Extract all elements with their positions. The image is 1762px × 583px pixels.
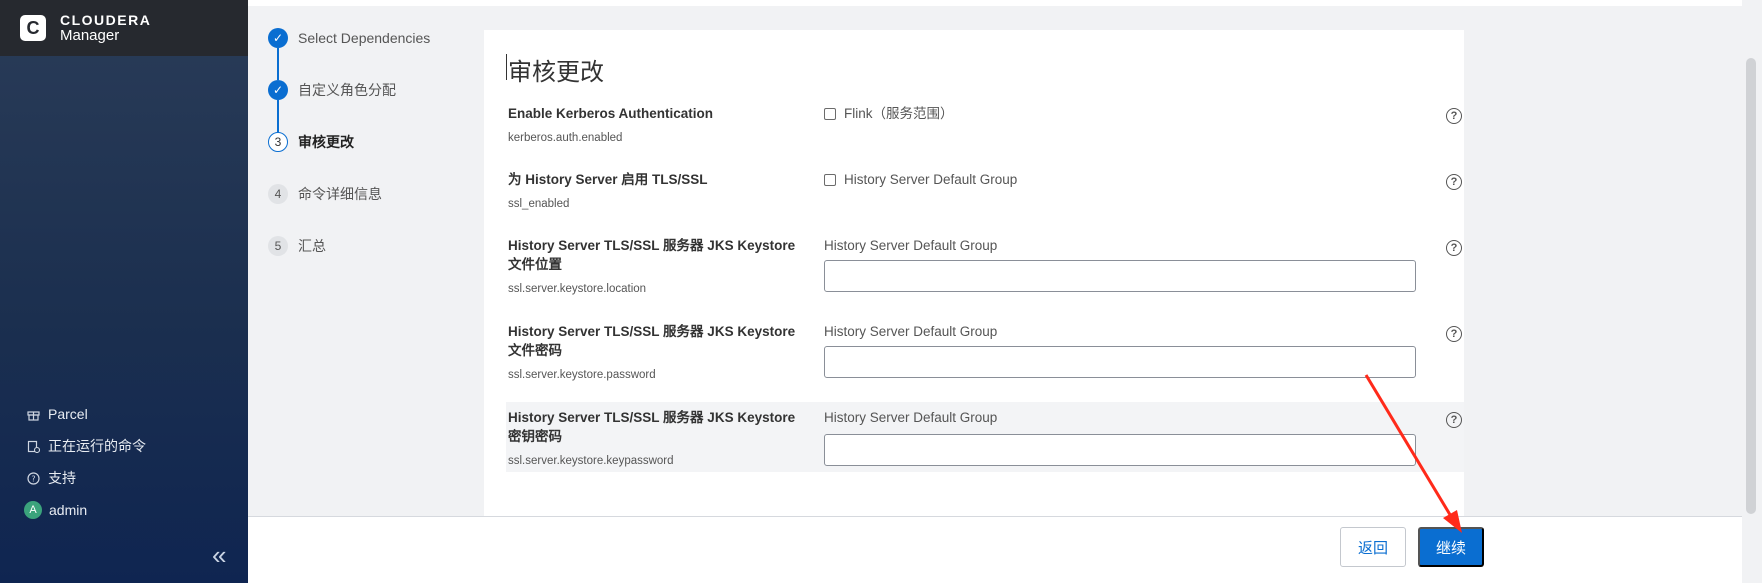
check-icon: ✓	[268, 80, 288, 100]
wizard-steps: ✓ Select Dependencies ✓ 自定义角色分配 3 审核更改 4…	[268, 28, 468, 288]
help-icon[interactable]: ?	[1446, 412, 1462, 428]
step-number: 4	[268, 184, 288, 204]
config-row-kerberos: Enable Kerberos Authentication kerberos.…	[506, 104, 1464, 160]
continue-button[interactable]: 继续	[1418, 527, 1484, 567]
help-circle-icon: ?	[26, 471, 40, 485]
step-label: 汇总	[298, 238, 326, 254]
help-icon[interactable]: ?	[1446, 174, 1462, 190]
step-number: 3	[268, 132, 288, 152]
config-row-keystore-password: History Server TLS/SSL 服务器 JKS Keystore …	[506, 322, 1464, 396]
config-group: History Server Default Group	[824, 410, 998, 425]
checkbox-label: Flink（服务范围）	[844, 106, 954, 121]
sidebar: C CLOUDERA Manager Parcel 正在运行的命令 ? 支持 A	[0, 0, 248, 583]
config-key: kerberos.auth.enabled	[508, 132, 623, 144]
checkbox[interactable]	[824, 174, 836, 186]
sidebar-item-label: 支持	[48, 470, 76, 486]
sidebar-item-parcel[interactable]: Parcel	[0, 398, 248, 430]
sidebar-item-label: 正在运行的命令	[48, 438, 146, 454]
top-strip	[248, 0, 1742, 6]
sidebar-item-label: admin	[49, 502, 88, 518]
brand-product: Manager	[60, 27, 120, 44]
step-role-assignment[interactable]: ✓ 自定义角色分配	[268, 80, 468, 132]
review-card: 审核更改 Enable Kerberos Authentication kerb…	[484, 30, 1464, 516]
sidebar-links: Parcel 正在运行的命令 ? 支持 A admin	[0, 398, 248, 526]
sidebar-item-user[interactable]: A admin	[0, 494, 248, 526]
check-icon: ✓	[268, 28, 288, 48]
config-group: History Server Default Group	[824, 238, 998, 253]
page-title: 审核更改	[508, 59, 604, 86]
checkbox-label: History Server Default Group	[844, 172, 1018, 187]
config-name: Enable Kerberos Authentication	[508, 106, 714, 121]
commands-icon	[26, 439, 40, 453]
back-button[interactable]: 返回	[1340, 527, 1406, 567]
brand-text: CLOUDERA Manager	[60, 12, 151, 44]
config-key: ssl.server.keystore.keypassword	[508, 455, 674, 467]
collapse-sidebar-icon[interactable]: «	[212, 542, 226, 568]
step-number: 5	[268, 236, 288, 256]
config-group: History Server Default Group	[824, 324, 998, 339]
step-label: 命令详细信息	[298, 186, 382, 202]
sidebar-item-support[interactable]: ? 支持	[0, 462, 248, 494]
checkbox[interactable]	[824, 108, 836, 120]
avatar: A	[24, 501, 42, 519]
sidebar-item-label: Parcel	[48, 406, 88, 422]
config-name: History Server TLS/SSL 服务器 JKS Keystore …	[508, 238, 796, 272]
step-label: 自定义角色分配	[298, 82, 396, 98]
gift-icon	[26, 407, 40, 421]
step-command-details: 4 命令详细信息	[268, 184, 468, 236]
sidebar-item-running-commands[interactable]: 正在运行的命令	[0, 430, 248, 462]
step-summary: 5 汇总	[268, 236, 468, 288]
svg-text:?: ?	[31, 474, 35, 483]
step-review-changes[interactable]: 3 审核更改	[268, 132, 468, 184]
scrollbar-thumb[interactable]	[1746, 58, 1756, 514]
config-name: History Server TLS/SSL 服务器 JKS Keystore …	[508, 410, 796, 444]
keystore-password-input[interactable]	[824, 346, 1416, 378]
help-icon[interactable]: ?	[1446, 326, 1462, 342]
step-select-dependencies[interactable]: ✓ Select Dependencies	[268, 28, 468, 80]
help-icon[interactable]: ?	[1446, 240, 1462, 256]
brand-name: CLOUDERA	[60, 12, 152, 28]
keystore-location-input[interactable]	[824, 260, 1416, 292]
footer-bar	[248, 517, 1742, 583]
cloudera-logo-icon: C	[20, 15, 46, 41]
keystore-keypassword-input[interactable]	[824, 434, 1416, 466]
config-name: History Server TLS/SSL 服务器 JKS Keystore …	[508, 324, 796, 358]
config-key: ssl.server.keystore.password	[508, 369, 656, 381]
brand[interactable]: C CLOUDERA Manager	[0, 0, 248, 56]
config-row-tls-ssl: 为 History Server 启用 TLS/SSL ssl_enabled …	[506, 170, 1464, 226]
config-name: 为 History Server 启用 TLS/SSL	[508, 172, 708, 187]
config-row-keystore-keypassword: History Server TLS/SSL 服务器 JKS Keystore …	[506, 402, 1464, 472]
config-key: ssl_enabled	[508, 198, 570, 210]
config-key: ssl.server.keystore.location	[508, 283, 647, 295]
step-label: 审核更改	[298, 134, 354, 150]
config-row-keystore-location: History Server TLS/SSL 服务器 JKS Keystore …	[506, 236, 1464, 310]
config-checkbox[interactable]: Flink（服务范围）	[824, 104, 954, 124]
help-icon[interactable]: ?	[1446, 108, 1462, 124]
text-cursor	[506, 54, 507, 80]
step-label: Select Dependencies	[298, 30, 431, 46]
config-checkbox[interactable]: History Server Default Group	[824, 170, 1017, 190]
